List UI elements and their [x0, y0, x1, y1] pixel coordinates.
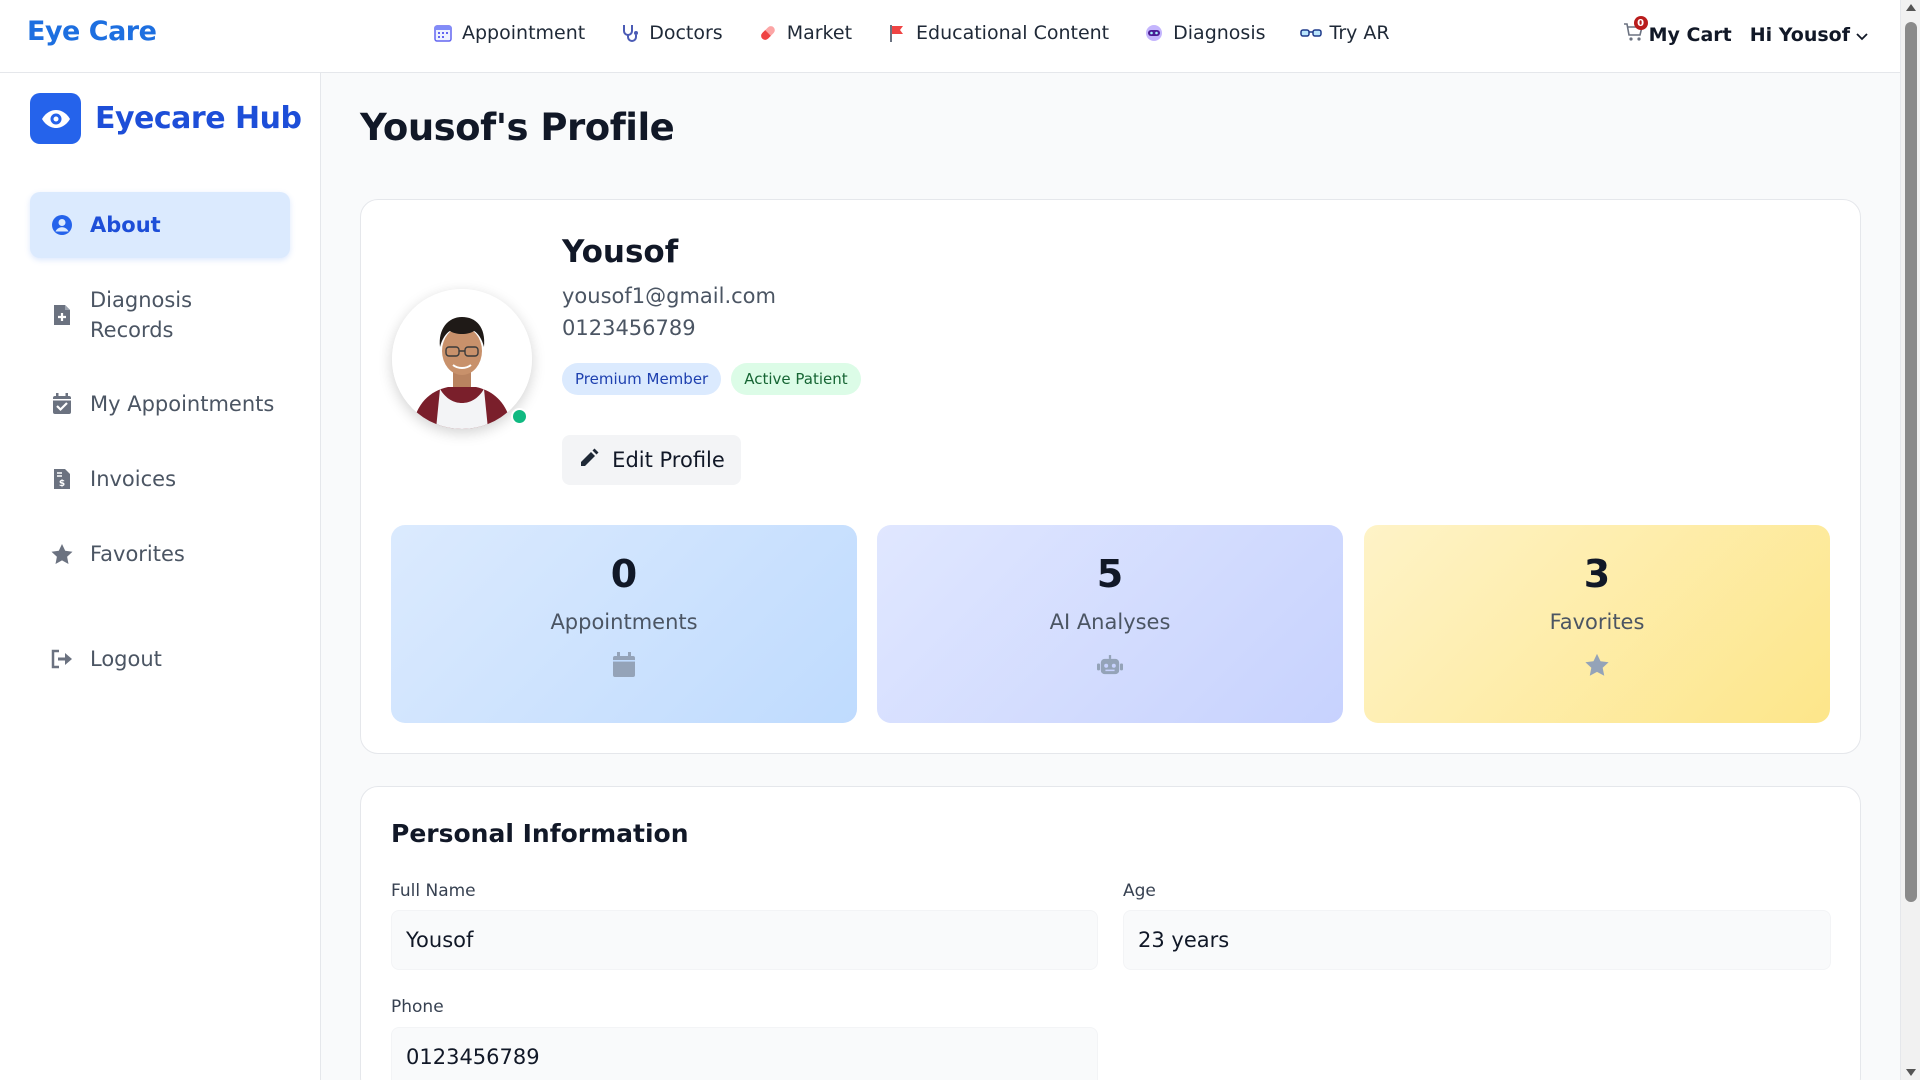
nav-market-label: Market — [786, 22, 853, 44]
sidebar-item-my-appointments[interactable]: My Appointments — [30, 389, 290, 419]
stat-value: 3 — [1583, 552, 1611, 596]
star-icon — [1584, 652, 1610, 678]
nav-educational-content-label: Educational Content — [916, 22, 1110, 44]
profile-email: yousof1@gmail.com — [562, 284, 776, 308]
sidebar-item-diagnosis-records[interactable]: Diagnosis Records — [30, 285, 260, 345]
robot-icon — [1097, 652, 1123, 678]
full-name-field[interactable]: Yousof — [391, 910, 1098, 970]
sidebar-item-label: About — [90, 213, 161, 237]
nav-appointment[interactable]: Appointment — [432, 22, 585, 44]
edit-profile-button[interactable]: Edit Profile — [562, 435, 741, 485]
avatar-wrapper — [392, 289, 532, 429]
scroll-up-arrow-icon[interactable] — [1906, 4, 1916, 11]
stat-value: 0 — [610, 552, 638, 596]
nav-diagnosis[interactable]: Diagnosis — [1143, 22, 1266, 44]
nav-doctors[interactable]: Doctors — [619, 22, 723, 44]
personal-info-title: Personal Information — [391, 819, 689, 848]
nav-market[interactable]: Market — [757, 22, 852, 44]
nav-try-ar[interactable]: Try AR — [1299, 22, 1390, 44]
sidebar-brand[interactable]: Eyecare Hub — [30, 93, 302, 144]
stat-appointments[interactable]: 0 Appointments — [391, 525, 857, 723]
avatar — [392, 289, 532, 429]
sidebar-item-about[interactable]: About — [30, 192, 290, 258]
sidebar-item-favorites[interactable]: Favorites — [30, 539, 290, 569]
sidebar-item-label: Invoices — [90, 467, 177, 491]
pill-icon — [757, 22, 779, 44]
main-nav: Appointment Doctors Market Educational C… — [432, 22, 1390, 44]
stat-label: Favorites — [1549, 610, 1645, 634]
sidebar: Eyecare Hub About Diagnosis Records My A… — [0, 73, 321, 1080]
star-icon — [50, 542, 74, 566]
svg-text:$: $ — [59, 479, 65, 489]
invoice-icon: $ — [50, 467, 74, 491]
robot-icon — [1143, 22, 1165, 44]
stethoscope-icon — [619, 22, 641, 44]
sidebar-item-label: Diagnosis Records — [90, 288, 193, 342]
cart-button[interactable]: 0 My Cart — [1623, 16, 1732, 47]
flag-icon — [886, 22, 908, 44]
nav-right: 0 My Cart Hi Yousof — [1623, 16, 1868, 47]
scroll-down-arrow-icon[interactable] — [1906, 1069, 1916, 1076]
user-greeting: Hi Yousof — [1749, 23, 1850, 46]
full-name-label: Full Name — [391, 881, 476, 901]
stat-label: AI Analyses — [1049, 610, 1171, 634]
top-navbar: Eye Care Appointment Doctors Market Educ… — [0, 0, 1900, 73]
user-menu-dropdown[interactable]: Hi Yousof — [1750, 24, 1868, 46]
nav-try-ar-label: Try AR — [1329, 22, 1390, 44]
calendar-icon — [611, 652, 637, 678]
glasses-icon — [1299, 22, 1322, 44]
personal-info-card: Personal Information Full Name Yousof Ag… — [360, 786, 1861, 1080]
age-label: Age — [1123, 881, 1156, 901]
page-title: Yousof's Profile — [360, 106, 675, 149]
active-patient-badge: Active Patient — [731, 363, 861, 395]
page-scrollbar[interactable] — [1900, 0, 1920, 1080]
profile-name: Yousof — [562, 234, 679, 270]
online-status-dot — [511, 408, 528, 425]
sidebar-item-label: My Appointments — [90, 392, 275, 416]
sidebar-item-label: Favorites — [90, 542, 185, 566]
chevron-down-icon — [1856, 24, 1868, 46]
user-circle-icon — [50, 213, 74, 237]
nav-educational-content[interactable]: Educational Content — [886, 22, 1109, 44]
stat-favorites[interactable]: 3 Favorites — [1364, 525, 1830, 723]
phone-label: Phone — [391, 997, 444, 1017]
premium-member-badge: Premium Member — [562, 363, 722, 395]
sidebar-item-invoices[interactable]: $ Invoices — [30, 464, 290, 494]
sidebar-title: Eyecare Hub — [95, 101, 302, 136]
edit-profile-label: Edit Profile — [612, 448, 725, 472]
sidebar-item-label: Logout — [90, 647, 162, 671]
profile-phone: 0123456789 — [562, 316, 696, 340]
stat-value: 5 — [1096, 552, 1124, 596]
sidebar-item-logout[interactable]: Logout — [30, 644, 290, 674]
calendar-icon — [432, 22, 454, 44]
nav-diagnosis-label: Diagnosis — [1173, 22, 1266, 44]
age-field[interactable]: 23 years — [1123, 910, 1831, 970]
stat-ai-analyses[interactable]: 5 AI Analyses — [877, 525, 1343, 723]
brand-logo[interactable]: Eye Care — [27, 16, 157, 47]
scrollbar-thumb[interactable] — [1905, 22, 1917, 902]
file-medical-icon — [50, 303, 74, 327]
cart-label: My Cart — [1648, 23, 1732, 46]
cart-count-badge: 0 — [1633, 16, 1648, 30]
profile-badges: Premium Member Active Patient — [562, 363, 861, 395]
nav-doctors-label: Doctors — [649, 22, 723, 44]
eye-icon — [30, 93, 81, 144]
profile-card: Yousof yousof1@gmail.com 0123456789 Prem… — [360, 199, 1861, 754]
pencil-icon — [578, 447, 600, 474]
stat-label: Appointments — [550, 610, 698, 634]
phone-field[interactable]: 0123456789 — [391, 1027, 1098, 1080]
nav-appointment-label: Appointment — [462, 22, 586, 44]
calendar-check-icon — [50, 392, 74, 416]
logout-icon — [50, 647, 74, 671]
